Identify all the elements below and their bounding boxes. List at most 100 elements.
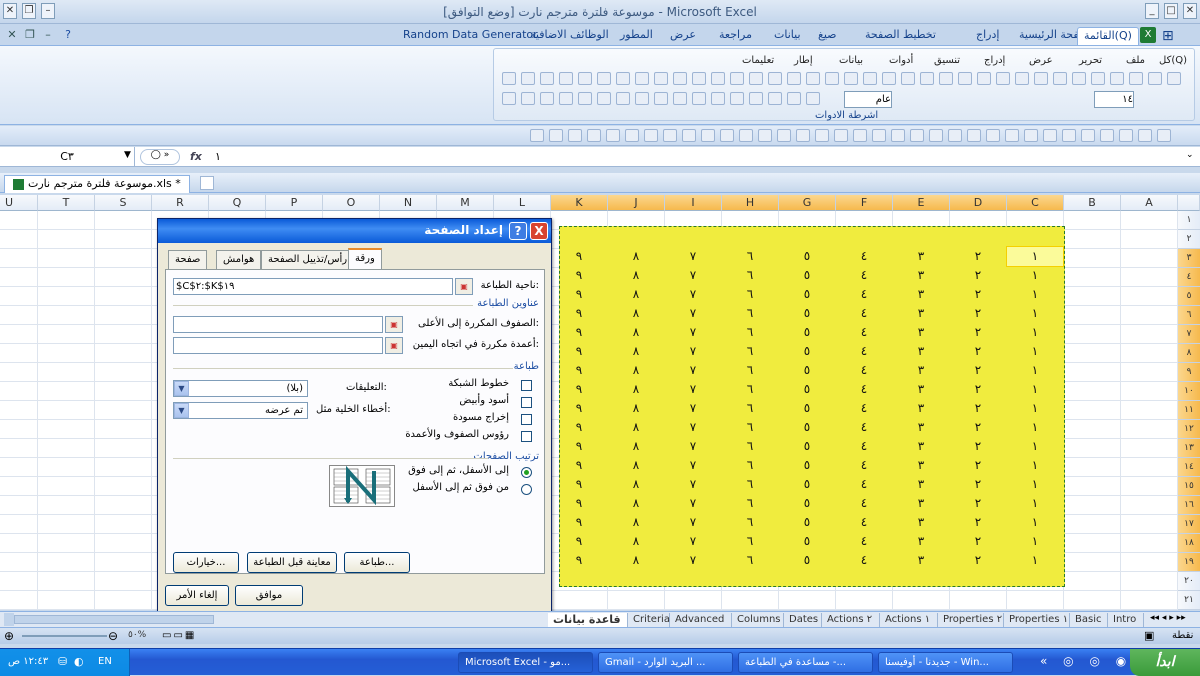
column-header-S[interactable]: S	[95, 195, 152, 211]
cell[interactable]: ٣	[893, 532, 949, 551]
menu-view[interactable]: عرض	[1029, 55, 1053, 66]
quicklaunch-icons[interactable]: « ◎ ◎ ◉	[1040, 654, 1132, 668]
cell[interactable]: ٩	[551, 380, 607, 399]
cell[interactable]: ٩	[551, 304, 607, 323]
cell[interactable]: ٧	[665, 285, 721, 304]
workbook-tab[interactable]: موسوعة فلترة مترجم نارت.xls *	[4, 175, 190, 193]
toolbar-button-icon[interactable]	[834, 129, 848, 142]
zoom-in-icon[interactable]: ⊕	[4, 629, 14, 643]
toolbar-button-icon[interactable]	[616, 92, 630, 105]
cell[interactable]: ٤	[836, 418, 892, 437]
toolbar-button-icon[interactable]	[844, 72, 858, 85]
cell[interactable]: ١	[1007, 456, 1063, 475]
toolbar-button-icon[interactable]	[796, 129, 810, 142]
cell[interactable]: ٢	[950, 323, 1006, 342]
cell[interactable]: ١	[1007, 475, 1063, 494]
cell[interactable]: ٩	[551, 361, 607, 380]
cell[interactable]: ٤	[836, 361, 892, 380]
cell[interactable]: ٨	[608, 456, 664, 475]
toolbar-button-icon[interactable]	[1043, 129, 1057, 142]
cell[interactable]: ٩	[551, 532, 607, 551]
toolbar-button-icon[interactable]	[711, 72, 725, 85]
toolbar-button-icon[interactable]	[654, 72, 668, 85]
cell[interactable]: ٨	[608, 475, 664, 494]
toolbar-button-icon[interactable]	[692, 72, 706, 85]
cell[interactable]: ٤	[836, 551, 892, 570]
column-header-D[interactable]: D	[950, 195, 1007, 211]
column-header-E[interactable]: E	[893, 195, 950, 211]
office-button-icon[interactable]: ⊞	[1162, 28, 1174, 44]
row-header[interactable]: ٨	[1178, 344, 1200, 363]
formula-input[interactable]: ١	[215, 150, 221, 163]
tab-formulas[interactable]: صيغ	[812, 27, 843, 45]
name-box[interactable]: C٣	[0, 147, 135, 167]
tab-header-footer[interactable]: رأس/تذييل الصفحة	[261, 250, 355, 269]
close-icon[interactable]: ✕	[1183, 3, 1197, 19]
toolbar-button-icon[interactable]	[682, 129, 696, 142]
row-header[interactable]: ٢٠	[1178, 572, 1200, 591]
draft-checkbox[interactable]	[521, 414, 532, 425]
cell[interactable]: ١	[1007, 399, 1063, 418]
cell[interactable]: ٨	[608, 266, 664, 285]
cell[interactable]: ٦	[722, 304, 778, 323]
column-header-F[interactable]: F	[836, 195, 893, 211]
sheet-tab[interactable]: قاعدة بيانات	[548, 613, 628, 627]
toolbar-button-icon[interactable]	[806, 92, 820, 105]
cell[interactable]: ٧	[665, 532, 721, 551]
minimize-icon[interactable]: _	[1145, 3, 1159, 19]
cell[interactable]: ٢	[950, 456, 1006, 475]
toolbar-button-icon[interactable]	[521, 92, 535, 105]
cell[interactable]: ٨	[608, 247, 664, 266]
cell[interactable]: ٦	[722, 532, 778, 551]
toolbar-button-icon[interactable]	[606, 129, 620, 142]
toolbar-button-icon[interactable]	[597, 72, 611, 85]
toolbar-button-icon[interactable]	[758, 129, 772, 142]
cell[interactable]: ٦	[722, 513, 778, 532]
toolbar-button-icon[interactable]	[1148, 72, 1162, 85]
rows-repeat-input[interactable]	[173, 316, 383, 333]
collapse-dialog-icon[interactable]: ▣	[385, 337, 403, 354]
cell[interactable]: ٧	[665, 494, 721, 513]
cell[interactable]: ٥	[779, 323, 835, 342]
toolbar-button-icon[interactable]	[739, 129, 753, 142]
menu-format[interactable]: تنسيق	[934, 55, 960, 66]
collapse-dialog-icon[interactable]: ▣	[455, 278, 473, 295]
cell[interactable]: ١	[1007, 304, 1063, 323]
toolbar-button-icon[interactable]	[711, 92, 725, 105]
minimize-window-icon[interactable]: –	[41, 3, 55, 19]
print-preview-button[interactable]: معاينة قبل الطباعة	[247, 552, 337, 573]
sheet-tab[interactable]: Actions ٢	[822, 613, 880, 627]
toolbar-button-icon[interactable]	[701, 129, 715, 142]
column-header-N[interactable]: N	[380, 195, 437, 211]
cell[interactable]: ٦	[722, 494, 778, 513]
toolbar-button-icon[interactable]	[1167, 72, 1181, 85]
cell[interactable]: ٥	[779, 380, 835, 399]
font-size-box[interactable]: ١٤	[1094, 91, 1134, 108]
cell[interactable]: ٤	[836, 342, 892, 361]
cell[interactable]: ٥	[779, 551, 835, 570]
column-header-B[interactable]: B	[1064, 195, 1121, 211]
toolbar-button-icon[interactable]	[616, 72, 630, 85]
cell[interactable]: ٧	[665, 551, 721, 570]
cell[interactable]: ٦	[722, 551, 778, 570]
tab-sheet[interactable]: ورقة	[348, 248, 382, 270]
cell[interactable]: ٦	[722, 475, 778, 494]
toolbar-button-icon[interactable]	[1138, 129, 1152, 142]
cell[interactable]: ١	[1007, 323, 1063, 342]
cell[interactable]: ٩	[551, 323, 607, 342]
start-button[interactable]: ابدأ	[1130, 649, 1200, 676]
cell[interactable]: ٦	[722, 266, 778, 285]
cell[interactable]: ٩	[551, 513, 607, 532]
row-header[interactable]: ١٧	[1178, 515, 1200, 534]
row-header[interactable]: ١٠	[1178, 382, 1200, 401]
toolbar-button-icon[interactable]	[787, 72, 801, 85]
cell[interactable]: ١	[1007, 380, 1063, 399]
cell[interactable]: ٣	[893, 342, 949, 361]
cell[interactable]: ١	[1007, 266, 1063, 285]
cell[interactable]: ٣	[893, 437, 949, 456]
cell[interactable]: ٤	[836, 513, 892, 532]
toolbar-button-icon[interactable]	[1100, 129, 1114, 142]
cell[interactable]: ٧	[665, 247, 721, 266]
cell[interactable]: ٦	[722, 285, 778, 304]
cell[interactable]: ٩	[551, 285, 607, 304]
